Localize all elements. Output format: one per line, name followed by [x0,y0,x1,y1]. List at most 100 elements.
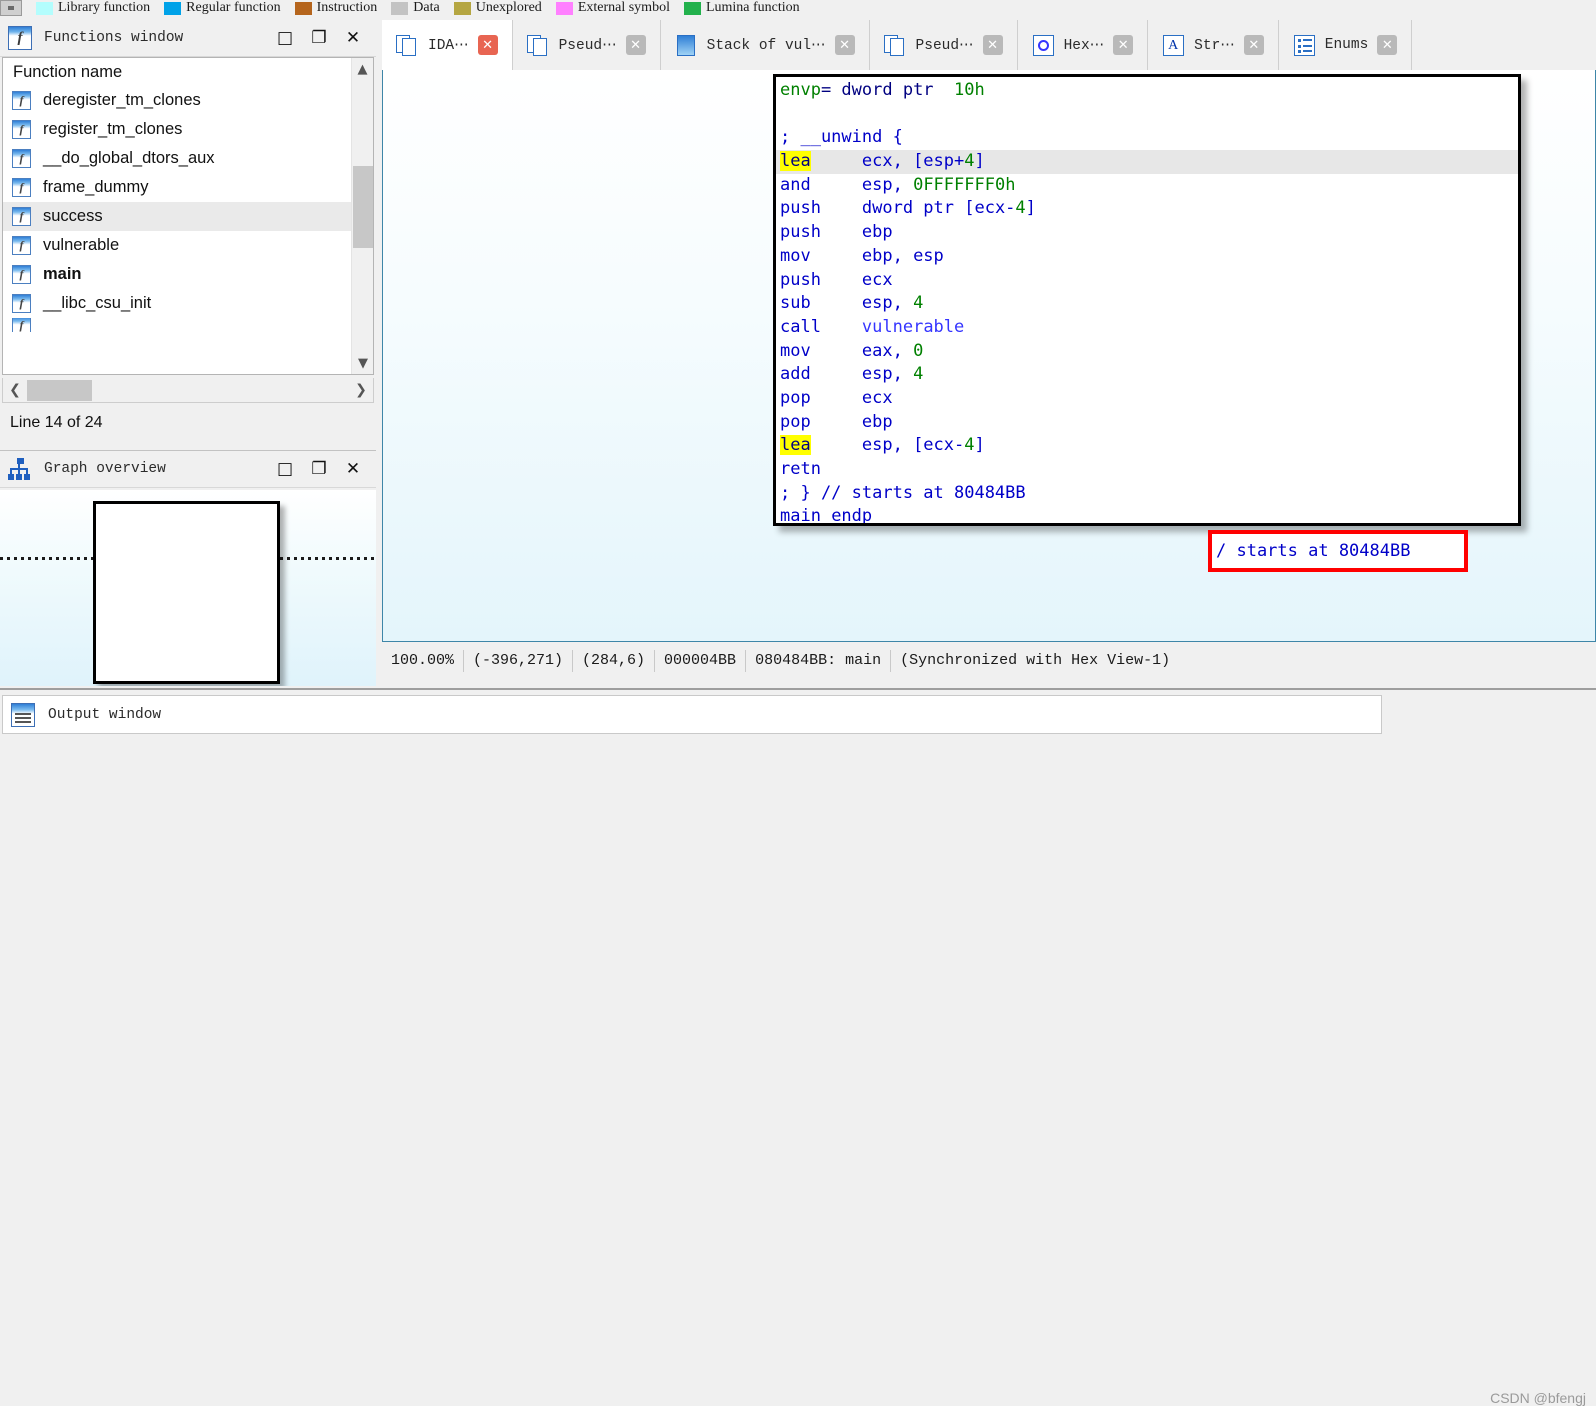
tab-label: IDA⋯ [428,37,469,54]
tab-ida-view[interactable]: IDA⋯ ✕ [382,20,513,71]
scroll-left-arrow-icon[interactable]: ❮ [3,382,27,398]
tab-pseudocode-1[interactable]: Pseud⋯ ✕ [512,20,661,70]
legend-item-data: Data [391,0,440,15]
code-line[interactable]: push dword ptr [ecx-4] [776,197,1518,221]
tab-close-icon[interactable]: ✕ [982,35,1003,55]
horizontal-scrollbar-thumb[interactable] [27,380,92,401]
functions-list-vertical-scrollbar[interactable]: ▲ ▼ [351,58,373,374]
ida-graph-view[interactable]: envp= dword ptr 10h ; __unwind { lea ecx… [382,70,1596,642]
vertical-scrollbar-thumb[interactable] [353,166,373,248]
tab-stack-of-vulnerable[interactable]: Stack of vul⋯ ✕ [660,20,870,70]
legend-item-instruction: Instruction [294,0,377,15]
legend-swatch-icon [36,1,53,15]
function-name-label: __do_global_dtors_aux [43,149,215,167]
tab-close-icon[interactable]: ✕ [1377,35,1398,55]
legend-label: Library function [58,0,151,15]
function-icon: f [12,120,31,139]
list-item-selected[interactable]: f success [3,202,373,231]
legend-label: Unexplored [475,0,542,15]
code-line[interactable]: and esp, 0FFFFFFF0h [776,174,1518,198]
scroll-up-arrow-icon[interactable]: ▲ [352,58,373,80]
code-line[interactable]: push ebp [776,221,1518,245]
scroll-right-arrow-icon[interactable]: ❯ [349,382,373,398]
list-item[interactable]: f register_tm_clones [3,115,373,144]
functions-window-restore-button[interactable]: ❐ [302,25,336,51]
graph-overview-node[interactable] [93,501,280,684]
code-line[interactable]: mov ebp, esp [776,245,1518,269]
legend-label: External symbol [577,0,670,15]
list-item[interactable]: f [3,318,373,332]
graph-overview-maximize-button[interactable]: □ [268,456,302,482]
code-line[interactable]: call vulnerable [776,316,1518,340]
function-icon: f [12,294,31,313]
graph-tree-icon [8,458,32,480]
tab-strings[interactable]: A Str⋯ ✕ [1148,20,1279,70]
legend-label: Regular function [186,0,281,15]
legend-bar: Library function Regular function Instru… [0,0,1596,16]
code-line[interactable]: main endp [776,505,1518,523]
function-icon: f [12,207,31,226]
tab-close-icon[interactable]: ✕ [625,35,646,55]
legend-item-regular-function: Regular function [164,0,281,15]
code-line[interactable]: lea esp, [ecx-4] [776,434,1518,458]
code-line[interactable]: ; __unwind { [776,126,1518,150]
code-line[interactable]: pop ebp [776,411,1518,435]
code-line[interactable]: sub esp, 4 [776,292,1518,316]
code-line[interactable]: ; } // starts at 80484BB [776,482,1518,506]
tab-close-icon[interactable]: ✕ [477,35,498,55]
functions-window-close-button[interactable]: ✕ [336,25,370,51]
pseudocode-icon [526,34,550,57]
functions-window-maximize-button[interactable]: □ [268,25,302,51]
graph-overview-titlebar: Graph overview □ ❐ ✕ [0,451,376,488]
list-item[interactable]: f vulnerable [3,231,373,260]
output-window-title: Output window [48,706,162,723]
function-icon: f [12,265,31,284]
tab-close-icon[interactable]: ✕ [1113,35,1134,55]
list-item[interactable]: f main [3,260,373,289]
list-item[interactable]: f deregister_tm_clones [3,86,373,115]
watermark-label: CSDN @bfengj [1490,1390,1586,1406]
hex-view-icon [1032,34,1055,57]
tab-label: Enums [1324,37,1369,53]
code-line[interactable]: retn [776,458,1518,482]
functions-list[interactable]: Function name f deregister_tm_clones f r… [2,57,374,375]
tab-enums[interactable]: Enums ✕ [1278,20,1413,70]
tab-hex-view[interactable]: Hex⋯ ✕ [1017,20,1149,70]
disassembly-node-block[interactable]: envp= dword ptr 10h ; __unwind { lea ecx… [773,74,1521,526]
output-window-panel: Output window CSDN @bfengj [0,688,1596,1406]
graph-overview-canvas[interactable] [0,490,376,686]
list-item[interactable]: f __libc_csu_init [3,289,373,318]
scroll-down-arrow-icon[interactable]: ▼ [352,352,373,374]
output-window-header[interactable]: Output window [2,695,1382,734]
graph-overview-close-button[interactable]: ✕ [336,456,370,482]
list-item[interactable]: f __do_global_dtors_aux [3,144,373,173]
code-line[interactable]: envp= dword ptr 10h [776,79,1518,103]
code-line[interactable]: pop ecx [776,387,1518,411]
tab-close-icon[interactable]: ✕ [834,35,855,55]
tab-label: Stack of vul⋯ [706,37,826,54]
tab-close-icon[interactable]: ✕ [1243,35,1264,55]
code-line[interactable]: push ecx [776,269,1518,293]
code-line-highlighted[interactable]: lea ecx, [esp+4] [776,150,1518,174]
functions-column-header[interactable]: Function name [3,58,373,86]
code-line[interactable]: add esp, 4 [776,363,1518,387]
strings-icon: A [1162,34,1185,57]
tab-label: Pseud⋯ [915,37,974,54]
legend-corner-button[interactable] [0,0,22,16]
legend-swatch-icon [294,1,312,15]
graph-overview-restore-button[interactable]: ❐ [302,456,336,482]
code-line[interactable]: mov eax, 0 [776,340,1518,364]
functions-list-horizontal-scrollbar[interactable]: ❮ ❯ [2,378,374,403]
ida-view-icon [396,34,419,57]
legend-swatch-icon [555,1,573,15]
enums-icon [1293,34,1316,57]
functions-window-title: Functions window [44,30,184,46]
pseudocode-icon [883,34,907,57]
list-item[interactable]: f frame_dummy [3,173,373,202]
function-name-label: frame_dummy [43,178,149,196]
tab-label: Pseud⋯ [558,37,617,54]
output-lines-icon [11,702,35,727]
tab-pseudocode-2[interactable]: Pseud⋯ ✕ [869,20,1018,70]
status-graph-coords: (-396,271) [464,650,574,672]
